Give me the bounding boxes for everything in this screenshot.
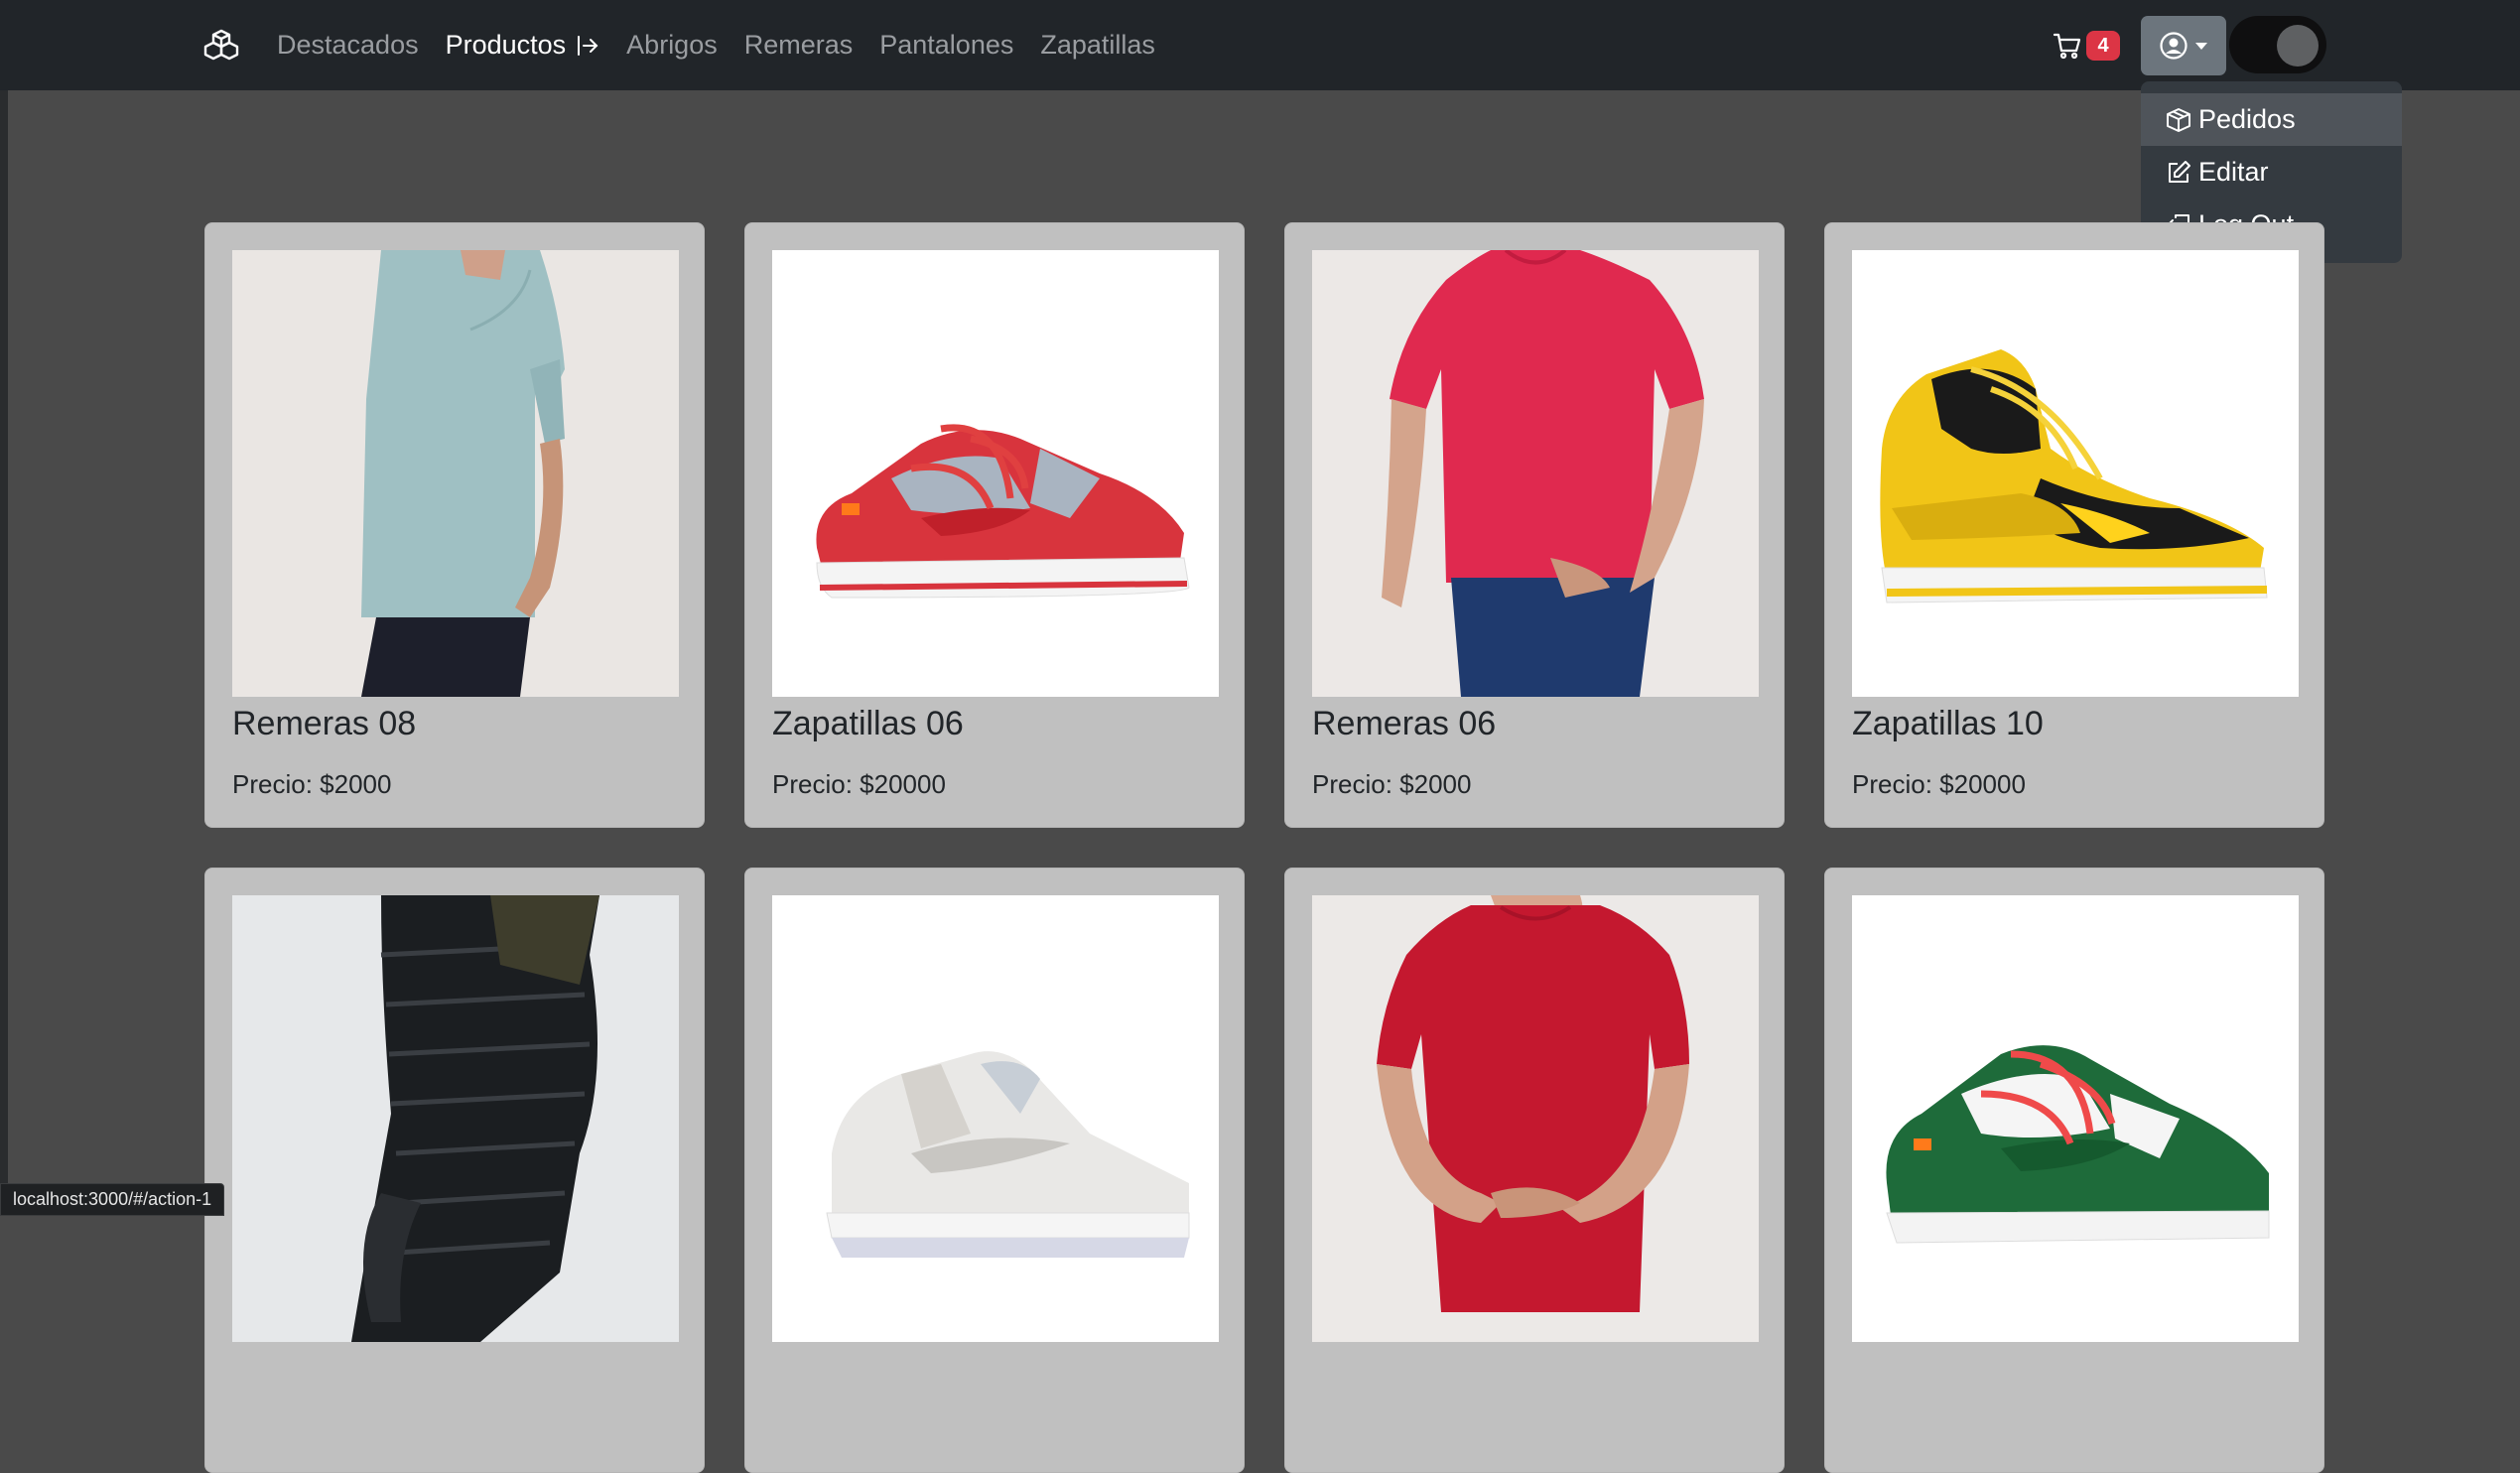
theme-toggle[interactable] [2229,16,2326,73]
product-name: Remeras 08 [232,705,417,742]
product-image[interactable] [232,895,679,1342]
product-name: Zapatillas 10 [1852,705,2044,742]
menu-item-label: Pedidos [2198,104,2296,134]
arrow-bar-right-icon [578,35,598,56]
product-image[interactable] [1312,895,1759,1342]
user-menu-button[interactable] [2141,16,2226,75]
product-card[interactable] [744,868,1245,1473]
toggle-knob [2277,25,2319,67]
menu-item-pedidos[interactable]: Pedidos [2141,93,2402,146]
product-image[interactable] [232,250,679,697]
box-icon [2167,107,2190,132]
product-name: Zapatillas 06 [772,705,964,742]
pencil-square-icon [2169,160,2190,183]
product-card[interactable] [1284,868,1785,1473]
product-price: Precio: $20000 [1852,769,2026,799]
nav-link-label: Destacados [277,30,419,60]
nav-link-productos[interactable]: Productos [446,30,600,61]
nav-link-label: Productos [445,30,567,60]
product-card[interactable] [204,868,705,1473]
boxes-logo-icon[interactable] [201,27,241,67]
product-card[interactable]: Zapatillas 10 Precio: $20000 [1824,222,2324,828]
window-edge [0,0,8,1214]
product-image[interactable] [1852,895,2299,1342]
nav-link-abrigos[interactable]: Abrigos [626,30,718,61]
nav-link-pantalones[interactable]: Pantalones [879,30,1013,61]
nav-link-label: Zapatillas [1040,30,1155,60]
navbar: Destacados Productos Abrigos Remeras Pan… [0,0,2520,90]
cart-button[interactable]: 4 [2053,28,2120,64]
menu-item-editar[interactable]: Editar [2141,146,2402,199]
product-image[interactable] [772,250,1219,697]
product-card[interactable] [1824,868,2324,1473]
product-name: Remeras 06 [1312,705,1497,742]
product-card[interactable]: Remeras 08 Precio: $2000 [204,222,705,828]
nav-link-zapatillas[interactable]: Zapatillas [1040,30,1155,61]
product-price: Precio: $2000 [232,769,392,799]
product-price: Precio: $2000 [1312,769,1472,799]
status-bar-url: localhost:3000/#/action-1 [0,1183,225,1216]
nav-links: Destacados Productos Abrigos Remeras Pan… [277,0,1155,90]
cart-count-badge: 4 [2086,31,2120,61]
nav-link-label: Abrigos [626,30,718,60]
product-image[interactable] [772,895,1219,1342]
product-image[interactable] [1852,250,2299,697]
caret-down-icon [2195,43,2207,50]
nav-link-label: Pantalones [879,30,1014,60]
menu-item-label: Editar [2198,157,2269,187]
nav-link-destacados[interactable]: Destacados [277,30,419,61]
cart-icon [2053,33,2081,60]
nav-link-label: Remeras [743,30,854,60]
product-price: Precio: $20000 [772,769,946,799]
product-card[interactable]: Zapatillas 06 Precio: $20000 [744,222,1245,828]
person-circle-icon [2160,32,2188,60]
nav-link-remeras[interactable]: Remeras [744,30,854,61]
product-card[interactable]: Remeras 06 Precio: $2000 [1284,222,1785,828]
product-image[interactable] [1312,250,1759,697]
